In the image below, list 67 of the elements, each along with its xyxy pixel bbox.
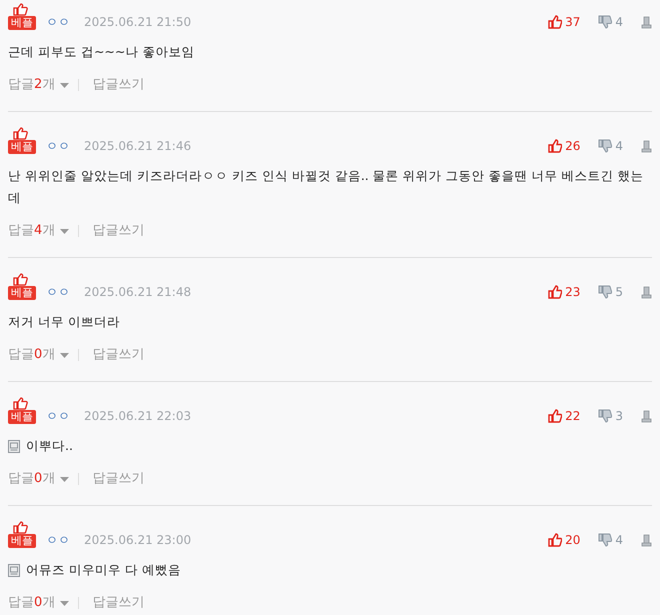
best-badge: 베플 bbox=[8, 286, 36, 300]
thumbs-up-icon bbox=[13, 521, 29, 534]
thumbs-up-icon bbox=[548, 139, 562, 153]
best-badge: 베플 bbox=[8, 140, 36, 154]
caret-down-icon bbox=[60, 352, 70, 358]
comment-text: 어뮤즈 미우미우 다 예뻤음 bbox=[26, 561, 181, 579]
replies-toggle[interactable]: 답글0개 bbox=[8, 470, 70, 488]
caret-down-icon bbox=[60, 82, 70, 88]
report-icon[interactable] bbox=[641, 534, 652, 546]
best-badge: 베플 bbox=[8, 16, 36, 30]
best-badge: 베플 bbox=[8, 534, 36, 548]
caret-down-icon bbox=[60, 476, 70, 482]
report-icon[interactable] bbox=[641, 286, 652, 298]
image-file-icon bbox=[8, 564, 20, 577]
thumbs-up-icon bbox=[548, 15, 562, 29]
thumbs-down-icon bbox=[598, 139, 612, 153]
thumbs-down-icon bbox=[598, 409, 612, 423]
dislike-button[interactable]: 4 bbox=[598, 139, 623, 153]
thumbs-up-icon bbox=[13, 127, 29, 140]
thumbs-down-icon bbox=[598, 285, 612, 299]
write-reply-link[interactable]: 답글쓰기 bbox=[92, 470, 144, 488]
thumbs-down-icon bbox=[598, 533, 612, 547]
dislike-button[interactable]: 3 bbox=[598, 409, 623, 423]
write-reply-link[interactable]: 답글쓰기 bbox=[92, 346, 144, 364]
comment-date: 2025.06.21 21:48 bbox=[84, 284, 192, 300]
image-file-icon bbox=[8, 440, 20, 453]
thumbs-up-icon bbox=[13, 273, 29, 286]
author-name[interactable]: ㅇㅇ bbox=[46, 408, 70, 424]
caret-down-icon bbox=[60, 600, 70, 606]
author-name[interactable]: ㅇㅇ bbox=[46, 14, 70, 30]
author-name[interactable]: ㅇㅇ bbox=[46, 532, 70, 548]
comment-date: 2025.06.21 23:00 bbox=[84, 532, 192, 548]
replies-toggle[interactable]: 답글4개 bbox=[8, 222, 70, 240]
dislike-button[interactable]: 4 bbox=[598, 15, 623, 29]
like-button[interactable]: 20 bbox=[548, 533, 580, 547]
thumbs-up-icon bbox=[13, 3, 29, 16]
report-icon[interactable] bbox=[641, 16, 652, 28]
replies-toggle[interactable]: 답글0개 bbox=[8, 594, 70, 612]
like-button[interactable]: 23 bbox=[548, 285, 580, 299]
comment-date: 2025.06.21 22:03 bbox=[84, 408, 192, 424]
dislike-button[interactable]: 4 bbox=[598, 533, 623, 547]
comment-text: 근데 피부도 겁~~~나 좋아보임 bbox=[8, 43, 194, 61]
report-icon[interactable] bbox=[641, 410, 652, 422]
dislike-button[interactable]: 5 bbox=[598, 285, 623, 299]
replies-toggle[interactable]: 답글2개 bbox=[8, 76, 70, 94]
replies-toggle[interactable]: 답글0개 bbox=[8, 346, 70, 364]
like-button[interactable]: 37 bbox=[548, 15, 580, 29]
thumbs-up-icon bbox=[548, 285, 562, 299]
thumbs-up-icon bbox=[548, 409, 562, 423]
thumbs-up-icon bbox=[548, 533, 562, 547]
author-name[interactable]: ㅇㅇ bbox=[46, 138, 70, 154]
report-icon[interactable] bbox=[641, 140, 652, 152]
write-reply-link[interactable]: 답글쓰기 bbox=[92, 76, 144, 94]
best-badge: 베플 bbox=[8, 410, 36, 424]
author-name[interactable]: ㅇㅇ bbox=[46, 284, 70, 300]
comment-text: 저거 너무 이쁘더라 bbox=[8, 313, 120, 331]
comment-date: 2025.06.21 21:50 bbox=[84, 14, 192, 30]
comment-text: 이뿌다.. bbox=[26, 437, 73, 455]
write-reply-link[interactable]: 답글쓰기 bbox=[92, 222, 144, 240]
thumbs-up-icon bbox=[13, 397, 29, 410]
like-button[interactable]: 22 bbox=[548, 409, 580, 423]
comment-date: 2025.06.21 21:46 bbox=[84, 138, 192, 154]
thumbs-down-icon bbox=[598, 15, 612, 29]
comment-text: 난 위위인줄 알았는데 키즈라더라ㅇㅇ 키즈 인식 바뀔것 같음.. 물론 위위가 그동안 좋을땐 너무 베스트긴 했는데 bbox=[8, 167, 645, 207]
caret-down-icon bbox=[60, 228, 70, 234]
write-reply-link[interactable]: 답글쓰기 bbox=[92, 594, 144, 612]
like-button[interactable]: 26 bbox=[548, 139, 580, 153]
